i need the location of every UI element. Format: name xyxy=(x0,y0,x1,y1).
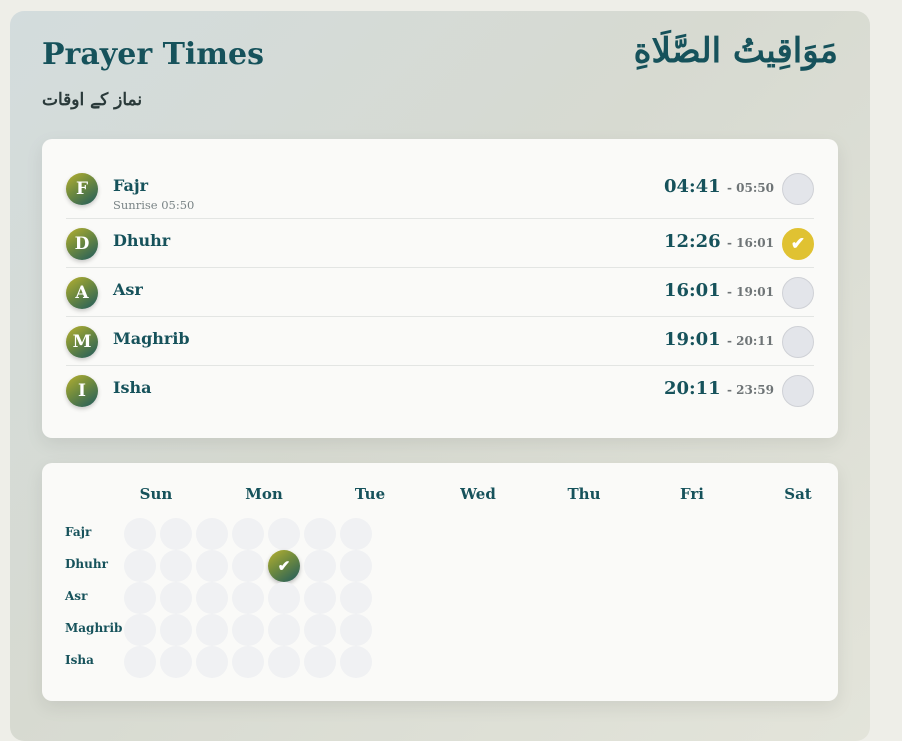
day-header: Tue xyxy=(354,485,386,503)
prayer-name: Maghrib xyxy=(113,329,190,348)
prayer-check-toggle[interactable] xyxy=(782,375,814,407)
prayer-check-toggle[interactable] xyxy=(782,173,814,205)
prayer-end-time: - 19:01 xyxy=(727,285,774,299)
prayer-row-isha: I Isha 20:11 - 23:59 xyxy=(66,365,814,415)
prayer-initial-badge: D xyxy=(66,228,98,260)
tracker-cell[interactable] xyxy=(340,646,372,678)
tracker-row-label: Maghrib xyxy=(65,621,123,635)
prayer-start-time: 20:11 xyxy=(663,378,721,399)
prayer-start-time: 16:01 xyxy=(663,280,721,301)
tracker-cell[interactable] xyxy=(124,518,156,550)
prayer-row-maghrib: M Maghrib 19:01 - 20:11 xyxy=(66,316,814,366)
tracker-cell[interactable] xyxy=(232,614,264,646)
arabic-title: مَوَاقِيتُ الصَّلَاةِ xyxy=(633,31,838,71)
prayer-times-card: F Fajr Sunrise 05:50 04:41 - 05:50 D Dhu… xyxy=(42,139,838,438)
prayer-time-range: 12:26 - 16:01 xyxy=(664,231,774,252)
prayer-end-time: - 05:50 xyxy=(727,181,774,195)
tracker-cell[interactable] xyxy=(160,518,192,550)
prayer-start-time: 19:01 xyxy=(663,329,721,350)
tracker-row-label: Isha xyxy=(65,653,94,667)
prayer-start-time: 04:41 xyxy=(663,176,721,197)
day-header: Thu xyxy=(567,485,601,503)
tracker-cell[interactable] xyxy=(268,518,300,550)
tracker-cell[interactable] xyxy=(124,550,156,582)
prayer-initial-badge: M xyxy=(66,326,98,358)
tracker-row-label: Asr xyxy=(65,589,88,603)
tracker-cell[interactable] xyxy=(160,614,192,646)
day-header: Wed xyxy=(460,485,496,503)
prayer-end-time: - 20:11 xyxy=(727,334,774,348)
tracker-cell[interactable] xyxy=(268,614,300,646)
tracker-cell[interactable] xyxy=(268,582,300,614)
prayer-initial-badge: F xyxy=(66,173,98,205)
tracker-cell[interactable] xyxy=(160,646,192,678)
prayer-end-time: - 16:01 xyxy=(727,236,774,250)
tracker-cell[interactable] xyxy=(160,550,192,582)
tracker-cell[interactable] xyxy=(196,518,228,550)
tracker-row-label: Fajr xyxy=(65,525,92,539)
prayer-time-range: 04:41 - 05:50 xyxy=(664,176,774,197)
prayer-name: Asr xyxy=(113,280,143,299)
tracker-cell[interactable] xyxy=(124,582,156,614)
tracker-cell[interactable] xyxy=(304,582,336,614)
prayer-initial-badge: A xyxy=(66,277,98,309)
prayer-check-toggle[interactable] xyxy=(782,277,814,309)
page-title: Prayer Times xyxy=(42,37,265,72)
tracker-cell[interactable] xyxy=(196,582,228,614)
tracker-cell[interactable] xyxy=(340,550,372,582)
checkmark-icon: ✔ xyxy=(277,557,291,575)
tracker-cell[interactable] xyxy=(124,614,156,646)
prayer-name: Fajr xyxy=(113,176,149,195)
tracker-cell[interactable] xyxy=(304,614,336,646)
day-header: Mon xyxy=(245,485,283,503)
tracker-cell[interactable] xyxy=(232,646,264,678)
tracker-cell[interactable] xyxy=(340,518,372,550)
tracker-cell[interactable] xyxy=(304,518,336,550)
tracker-cell[interactable]: ✔ xyxy=(268,550,300,582)
prayer-end-time: - 23:59 xyxy=(727,383,774,397)
prayer-row-asr: A Asr 16:01 - 19:01 xyxy=(66,267,814,317)
prayer-time-range: 16:01 - 19:01 xyxy=(664,280,774,301)
day-header: Fri xyxy=(680,485,704,503)
prayer-check-toggle[interactable]: ✔ xyxy=(782,228,814,260)
tracker-cell[interactable] xyxy=(340,582,372,614)
prayer-name: Dhuhr xyxy=(113,231,171,250)
tracker-cell[interactable] xyxy=(196,614,228,646)
urdu-subtitle: نماز کے اوقات xyxy=(42,90,143,110)
prayer-check-toggle[interactable] xyxy=(782,326,814,358)
prayer-initial-badge: I xyxy=(66,375,98,407)
tracker-cell[interactable] xyxy=(340,614,372,646)
weekly-tracker-card: Sun Mon Tue Wed Thu Fri Sat Fajr Dhuhr A… xyxy=(42,463,838,701)
day-header: Sat xyxy=(784,485,812,503)
sunrise-time: Sunrise 05:50 xyxy=(113,198,195,212)
prayer-time-range: 19:01 - 20:11 xyxy=(664,329,774,350)
prayer-name: Isha xyxy=(113,378,152,397)
tracker-cell[interactable] xyxy=(232,582,264,614)
tracker-cell[interactable] xyxy=(232,550,264,582)
tracker-cell[interactable] xyxy=(232,518,264,550)
prayer-row-dhuhr: D Dhuhr 12:26 - 16:01 ✔ xyxy=(66,218,814,268)
tracker-cell[interactable] xyxy=(304,550,336,582)
tracker-row-label: Dhuhr xyxy=(65,557,108,571)
tracker-cell[interactable] xyxy=(196,550,228,582)
prayer-time-range: 20:11 - 23:59 xyxy=(664,378,774,399)
tracker-cell[interactable] xyxy=(304,646,336,678)
day-header: Sun xyxy=(139,485,173,503)
tracker-cell[interactable] xyxy=(196,646,228,678)
checkmark-icon: ✔ xyxy=(790,234,806,254)
prayer-times-panel: Prayer Times مَوَاقِيتُ الصَّلَاةِ نماز … xyxy=(10,11,870,741)
tracker-cell[interactable] xyxy=(268,646,300,678)
prayer-start-time: 12:26 xyxy=(663,231,721,252)
tracker-cell[interactable] xyxy=(160,582,192,614)
tracker-cell[interactable] xyxy=(124,646,156,678)
prayer-row-fajr: F Fajr Sunrise 05:50 04:41 - 05:50 xyxy=(66,164,814,213)
